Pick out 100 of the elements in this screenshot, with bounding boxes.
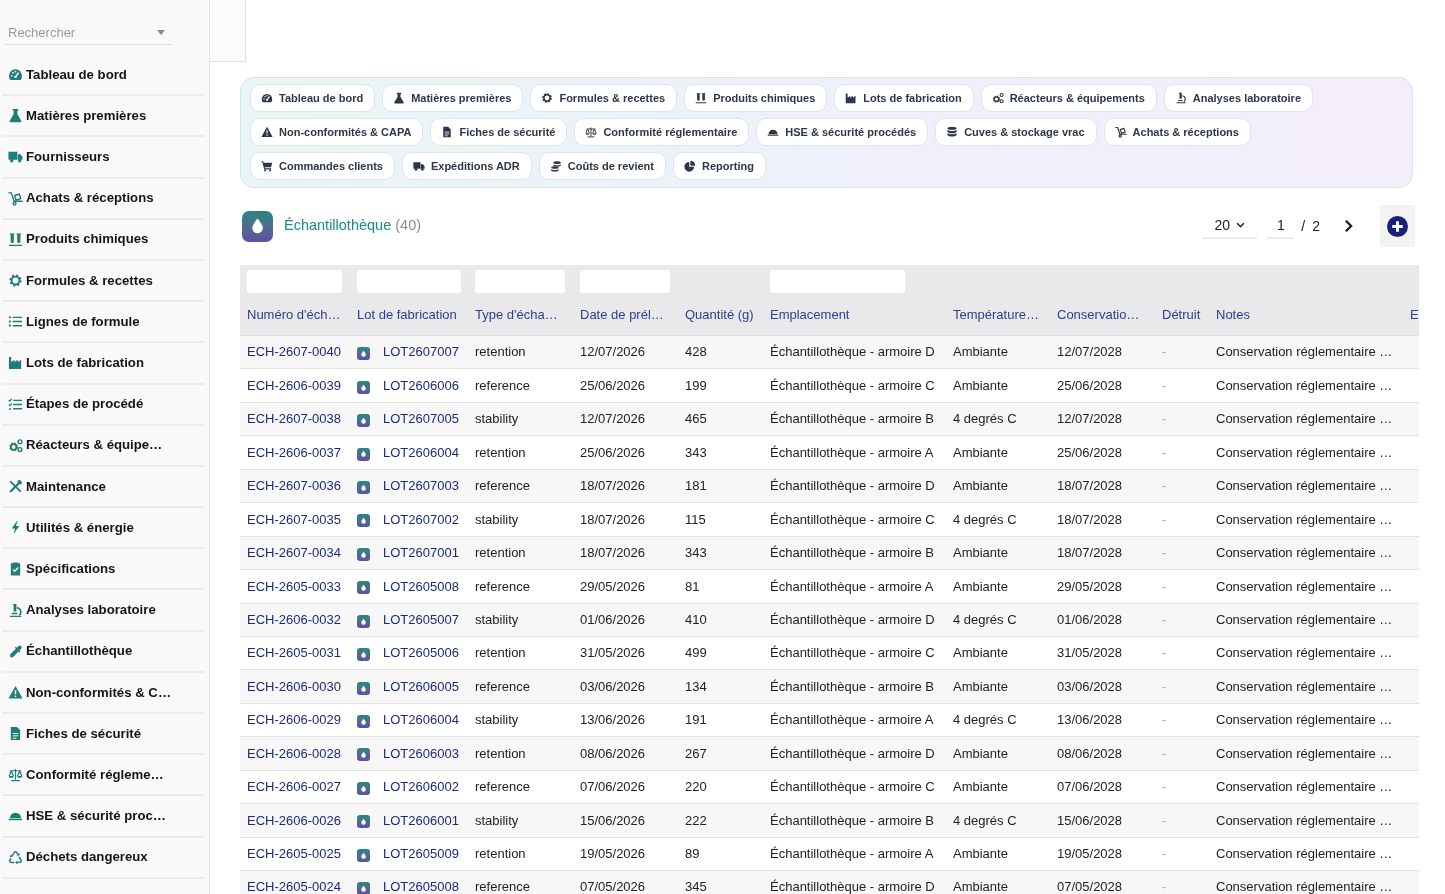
sample-id-link[interactable]: ECH-2605-0025 bbox=[247, 844, 341, 864]
shortcut-button[interactable]: Réacteurs & équipements bbox=[980, 84, 1157, 112]
table-cell-text: Conservation réglementaire … bbox=[1216, 544, 1393, 563]
sidebar-item[interactable]: Déchets dangereux bbox=[2, 837, 204, 879]
column-header[interactable]: Notes bbox=[1216, 305, 1250, 325]
shortcut-button[interactable]: Produits chimiques bbox=[684, 84, 828, 112]
sidebar-item[interactable]: Tableau de bord bbox=[2, 55, 204, 97]
table-cell-text: - bbox=[1162, 544, 1167, 563]
sample-id-link[interactable]: ECH-2607-0038 bbox=[247, 409, 341, 429]
sample-id-link[interactable]: ECH-2606-0028 bbox=[247, 743, 341, 764]
column-header[interactable]: Emplacement bbox=[770, 305, 850, 325]
sidebar-item[interactable]: Analyses laboratoire bbox=[2, 590, 204, 632]
sidebar-item[interactable]: Fiches de sécurité bbox=[2, 714, 204, 756]
sidebar-item[interactable]: Spécifications bbox=[2, 549, 204, 591]
table-cell-text: Ambiante bbox=[953, 443, 1008, 462]
column-header[interactable]: Type d'écha… bbox=[475, 305, 558, 325]
lot-link[interactable]: LOT2605008 bbox=[383, 877, 459, 894]
lot-link[interactable]: LOT2606003 bbox=[383, 743, 459, 764]
chevron-right-icon bbox=[1343, 219, 1353, 233]
sidebar-item[interactable]: Maintenance bbox=[2, 466, 204, 509]
sidebar-item[interactable]: Achats & réceptions bbox=[2, 178, 204, 220]
sample-id-link[interactable]: ECH-2606-0039 bbox=[247, 375, 341, 396]
truck-icon bbox=[412, 160, 425, 172]
shortcut-button[interactable]: Commandes clients bbox=[250, 152, 395, 180]
sample-id-link[interactable]: ECH-2606-0027 bbox=[247, 777, 341, 797]
column-header[interactable]: Détruit bbox=[1162, 305, 1201, 325]
lot-link[interactable]: LOT2605008 bbox=[383, 576, 459, 597]
lot-link[interactable]: LOT2606004 bbox=[383, 442, 459, 463]
shortcut-button[interactable]: Lots de fabrication bbox=[834, 84, 974, 112]
sidebar-item[interactable]: HSE & sécurité proc… bbox=[2, 796, 204, 838]
lot-link[interactable]: LOT2607005 bbox=[383, 409, 459, 429]
shortcut-button[interactable]: Expéditions ADR bbox=[401, 152, 532, 180]
sidebar-item[interactable]: Lots de fabrication bbox=[2, 343, 204, 385]
sidebar-item[interactable]: Matières premières bbox=[2, 96, 204, 138]
lot-link[interactable]: LOT2606001 bbox=[383, 810, 459, 831]
add-button[interactable] bbox=[1380, 205, 1415, 247]
table-cell-text: reference bbox=[475, 477, 530, 496]
page-separator: / bbox=[1301, 216, 1306, 236]
lot-link[interactable]: LOT2605006 bbox=[383, 643, 459, 663]
sample-id-link[interactable]: ECH-2607-0035 bbox=[247, 509, 341, 530]
lot-link[interactable]: LOT2607001 bbox=[383, 543, 459, 563]
sample-id-link[interactable]: ECH-2607-0040 bbox=[247, 342, 341, 362]
shortcut-button[interactable]: Fiches de sécurité bbox=[430, 118, 568, 146]
column-header[interactable]: Conservatio… bbox=[1057, 305, 1140, 325]
column-header[interactable]: Numéro d'éch… bbox=[247, 305, 341, 325]
lot-link[interactable]: LOT2605009 bbox=[383, 844, 459, 864]
table-cell-text: Conservation réglementaire … bbox=[1216, 510, 1393, 529]
shortcut-button[interactable]: Formules & recettes bbox=[530, 84, 678, 112]
table-cell-text: 220 bbox=[685, 778, 707, 797]
sidebar-item[interactable]: Conformité régleme… bbox=[2, 755, 204, 797]
sidebar-item[interactable]: Réacteurs & équipe… bbox=[2, 425, 204, 467]
lot-link[interactable]: LOT2607003 bbox=[383, 476, 459, 496]
column-header[interactable]: Lot de fabrication bbox=[357, 305, 457, 325]
sidebar-item[interactable]: Non-conformités & C… bbox=[2, 672, 204, 714]
shortcut-button[interactable]: Conformité réglementaire bbox=[574, 118, 750, 146]
sample-id-link[interactable]: ECH-2607-0036 bbox=[247, 476, 341, 496]
lot-link[interactable]: LOT2607007 bbox=[383, 342, 459, 362]
sidebar-item[interactable]: Utilités & énergie bbox=[2, 508, 204, 550]
sample-id-link[interactable]: ECH-2606-0026 bbox=[247, 810, 341, 831]
shortcut-button[interactable]: HSE & sécurité procédés bbox=[756, 118, 929, 146]
shortcut-button[interactable]: Achats & réceptions bbox=[1103, 118, 1251, 146]
document-icon bbox=[8, 726, 23, 742]
sample-id-link[interactable]: ECH-2605-0033 bbox=[247, 576, 341, 597]
lot-link[interactable]: LOT2605007 bbox=[383, 609, 459, 630]
column-header[interactable]: Quantité (g) bbox=[685, 305, 754, 325]
lot-link[interactable]: LOT2607002 bbox=[383, 509, 459, 530]
table-cell-text: - bbox=[1162, 577, 1167, 596]
column-header[interactable]: Température… bbox=[953, 305, 1039, 325]
search-field[interactable]: Rechercher bbox=[5, 21, 173, 45]
table-cell-text: stability bbox=[475, 711, 519, 730]
page-size-select[interactable]: 20 bbox=[1202, 213, 1258, 239]
lot-link[interactable]: LOT2606006 bbox=[383, 375, 459, 396]
sample-id-link[interactable]: ECH-2606-0032 bbox=[247, 609, 341, 630]
sidebar-item[interactable]: Produits chimiques bbox=[2, 219, 204, 261]
sample-id-link[interactable]: ECH-2607-0034 bbox=[247, 543, 341, 563]
sidebar-item[interactable]: Échantillothèque bbox=[2, 631, 204, 673]
sidebar-item[interactable]: Étapes de procédé bbox=[2, 384, 204, 426]
sample-id-link[interactable]: ECH-2606-0030 bbox=[247, 676, 341, 697]
shortcut-button[interactable]: Tableau de bord bbox=[250, 84, 376, 112]
lot-link[interactable]: LOT2606002 bbox=[383, 777, 459, 797]
shortcut-button[interactable]: Reporting bbox=[672, 152, 766, 180]
lot-link[interactable]: LOT2606005 bbox=[383, 676, 459, 697]
sidebar-item[interactable]: Formules & recettes bbox=[2, 260, 204, 303]
shortcut-button[interactable]: Non-conformités & CAPA bbox=[250, 118, 424, 146]
sample-id-link[interactable]: ECH-2606-0037 bbox=[247, 442, 341, 463]
sample-id-link[interactable]: ECH-2605-0024 bbox=[247, 877, 341, 894]
table-cell-text: - bbox=[1162, 744, 1167, 763]
shortcut-button[interactable]: Coûts de revient bbox=[538, 152, 666, 180]
column-header[interactable]: Date de prél… bbox=[580, 305, 664, 325]
page-input[interactable]: 1 bbox=[1267, 213, 1295, 239]
sample-id-link[interactable]: ECH-2606-0029 bbox=[247, 710, 341, 730]
sample-id-link[interactable]: ECH-2605-0031 bbox=[247, 643, 341, 663]
sidebar-item[interactable]: Lignes de formule bbox=[2, 302, 204, 344]
table-cell-text: Échantillothèque - armoire C bbox=[770, 778, 935, 797]
table-cell-text: reference bbox=[475, 376, 530, 395]
sidebar-item[interactable]: Fournisseurs bbox=[2, 137, 204, 179]
shortcut-button[interactable]: Analyses laboratoire bbox=[1163, 84, 1313, 112]
shortcut-button[interactable]: Matières premières bbox=[382, 84, 524, 112]
lot-link[interactable]: LOT2606004 bbox=[383, 710, 459, 730]
shortcut-button[interactable]: Cuves & stockage vrac bbox=[935, 118, 1097, 146]
